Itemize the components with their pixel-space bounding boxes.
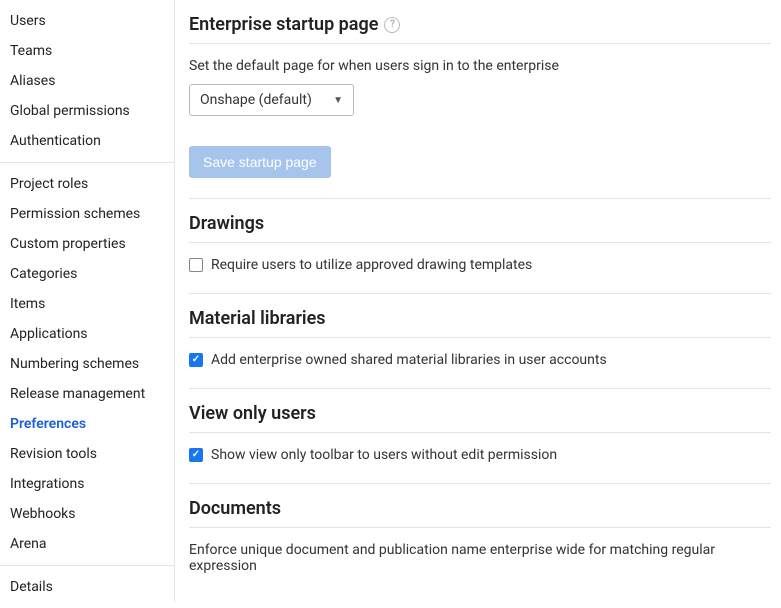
sidebar-item-aliases[interactable]: Aliases (0, 66, 174, 96)
section-body-viewonly: Show view only toolbar to users without … (189, 433, 771, 483)
viewonly-checkbox[interactable] (189, 448, 203, 462)
material-checkbox-row[interactable]: Add enterprise owned shared material lib… (189, 352, 771, 368)
section-title-viewonly: View only users (189, 403, 316, 424)
save-startup-button[interactable]: Save startup page (189, 146, 331, 178)
documents-description: Enforce unique document and publication … (189, 542, 771, 574)
section-body-startup: Set the default page for when users sign… (189, 44, 771, 198)
viewonly-checkbox-row[interactable]: Show view only toolbar to users without … (189, 447, 771, 463)
drawings-checkbox[interactable] (189, 258, 203, 272)
section-header-documents: Documents (189, 483, 771, 528)
section-body-material: Add enterprise owned shared material lib… (189, 338, 771, 388)
sidebar-item-applications[interactable]: Applications (0, 319, 174, 349)
section-body-documents: Enforce unique document and publication … (189, 528, 771, 602)
main-content: Enterprise startup page ? Set the defaul… (175, 0, 781, 602)
sidebar-item-authentication[interactable]: Authentication (0, 126, 174, 156)
sidebar-item-custom-properties[interactable]: Custom properties (0, 229, 174, 259)
drawings-checkbox-label: Require users to utilize approved drawin… (211, 257, 532, 273)
section-body-drawings: Require users to utilize approved drawin… (189, 243, 771, 293)
section-header-material: Material libraries (189, 293, 771, 338)
sidebar-item-details[interactable]: Details (0, 572, 174, 602)
material-checkbox-label: Add enterprise owned shared material lib… (211, 352, 607, 368)
section-header-viewonly: View only users (189, 388, 771, 433)
drawings-checkbox-row[interactable]: Require users to utilize approved drawin… (189, 257, 771, 273)
section-title-startup: Enterprise startup page (189, 14, 378, 35)
sidebar-item-release-management[interactable]: Release management (0, 379, 174, 409)
section-title-material: Material libraries (189, 308, 326, 329)
sidebar-item-revision-tools[interactable]: Revision tools (0, 439, 174, 469)
sidebar-group-0: Users Teams Aliases Global permissions A… (0, 6, 174, 163)
sidebar-item-project-roles[interactable]: Project roles (0, 169, 174, 199)
sidebar-item-teams[interactable]: Teams (0, 36, 174, 66)
chevron-down-icon: ▼ (333, 95, 343, 106)
startup-description: Set the default page for when users sign… (189, 58, 771, 74)
sidebar-item-preferences[interactable]: Preferences (0, 409, 174, 439)
sidebar-group-1: Project roles Permission schemes Custom … (0, 169, 174, 566)
sidebar-item-items[interactable]: Items (0, 289, 174, 319)
help-icon[interactable]: ? (384, 17, 400, 33)
section-title-documents: Documents (189, 498, 281, 519)
section-title-drawings: Drawings (189, 213, 264, 234)
sidebar-group-2: Details (0, 572, 174, 608)
material-checkbox[interactable] (189, 353, 203, 367)
viewonly-checkbox-label: Show view only toolbar to users without … (211, 447, 557, 463)
sidebar-item-integrations[interactable]: Integrations (0, 469, 174, 499)
sidebar-item-global-permissions[interactable]: Global permissions (0, 96, 174, 126)
sidebar: Users Teams Aliases Global permissions A… (0, 0, 175, 602)
startup-page-selected: Onshape (default) (200, 92, 312, 108)
sidebar-item-webhooks[interactable]: Webhooks (0, 499, 174, 529)
sidebar-item-categories[interactable]: Categories (0, 259, 174, 289)
sidebar-item-users[interactable]: Users (0, 6, 174, 36)
sidebar-item-numbering-schemes[interactable]: Numbering schemes (0, 349, 174, 379)
section-header-startup: Enterprise startup page ? (189, 0, 771, 44)
sidebar-item-permission-schemes[interactable]: Permission schemes (0, 199, 174, 229)
startup-page-select[interactable]: Onshape (default) ▼ (189, 84, 354, 116)
sidebar-item-arena[interactable]: Arena (0, 529, 174, 559)
section-header-drawings: Drawings (189, 198, 771, 243)
